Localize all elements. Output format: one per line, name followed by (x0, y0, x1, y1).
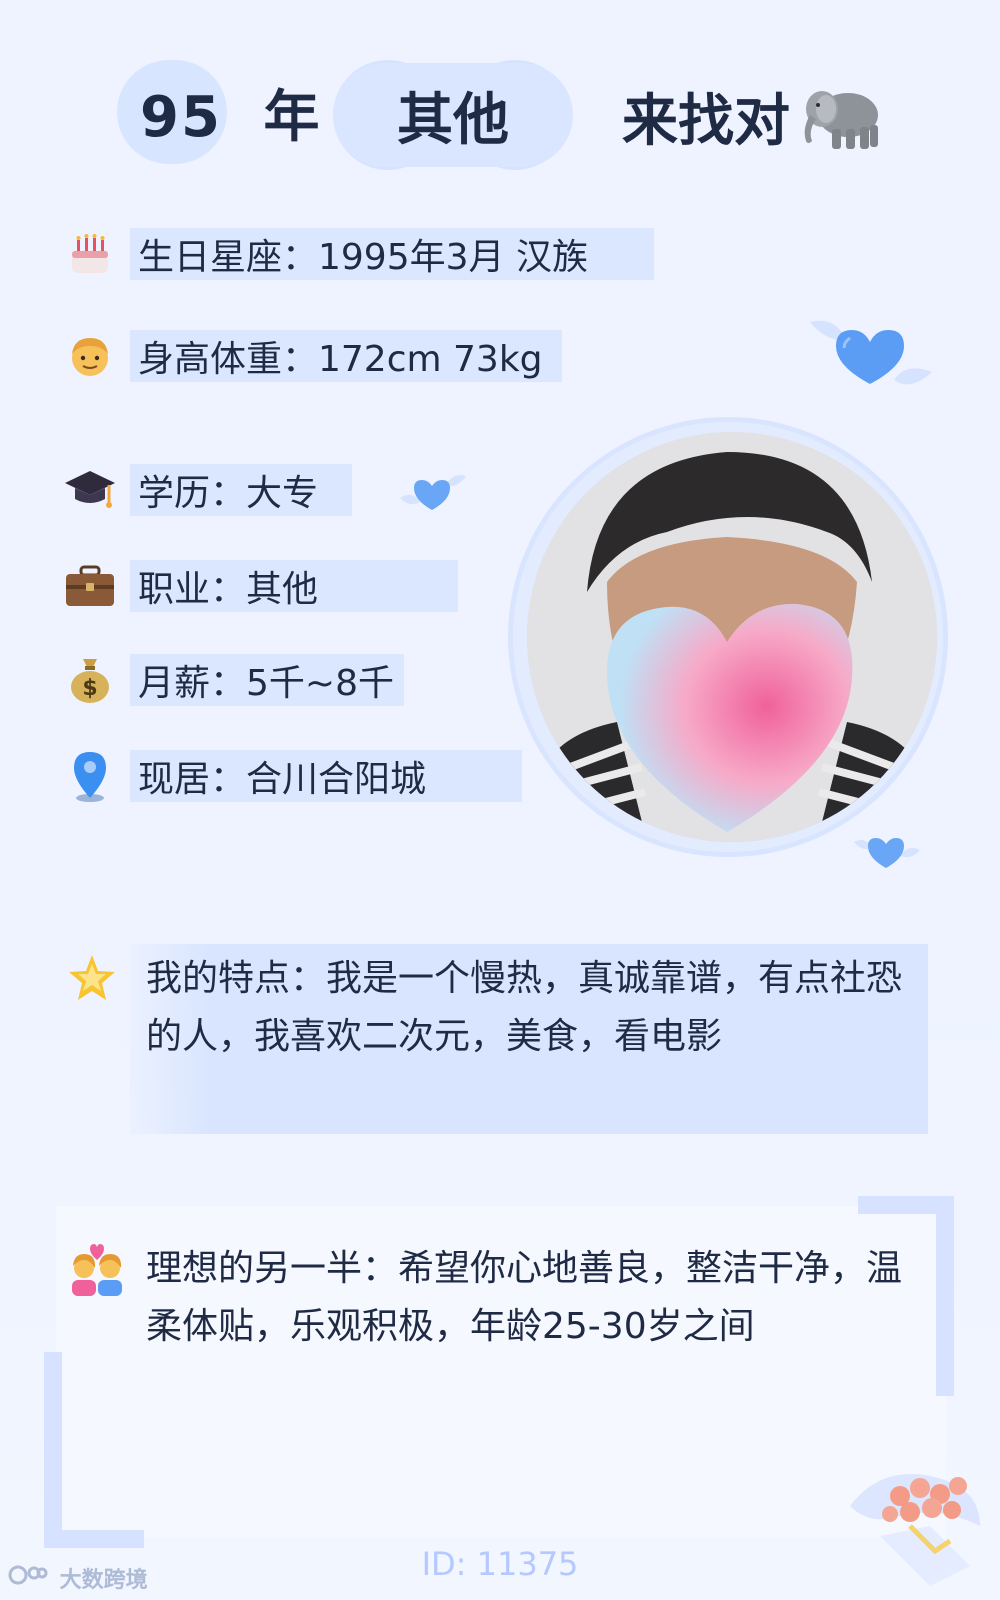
row-monthly-salary: $ 月薪：5千~8千 (60, 652, 404, 708)
row-occupation: 职业：其他 (60, 558, 458, 614)
elephant-icon (796, 79, 888, 155)
money-bag-icon: $ (60, 652, 120, 708)
features-text: 我的特点：我是一个慢热，真诚靠谱，有点社恐的人，我喜欢二次元，美食，看电影 (146, 958, 903, 1057)
profile-id: ID: 11375 (421, 1545, 579, 1583)
small-winged-heart-icon (398, 468, 468, 522)
row-education: 学历：大专 (60, 462, 352, 518)
monthly-salary-value: 月薪：5千~8千 (138, 663, 394, 704)
cake-icon (60, 226, 120, 282)
small-winged-heart-icon (852, 830, 922, 878)
couple-with-heart-icon (68, 1242, 126, 1307)
briefcase-icon (60, 558, 120, 614)
occupation-tag: 其他 (333, 63, 573, 167)
row-residence: 现居：合川合阳城 (60, 748, 522, 804)
residence-value: 现居：合川合阳城 (138, 759, 427, 800)
birthday-zodiac-value: 生日星座：1995年3月 汉族 (138, 237, 588, 278)
call-to-action-text: 来找对 (622, 89, 790, 154)
row-birthday-zodiac: 生日星座：1995年3月 汉族 (60, 226, 654, 282)
birth-year-number: 95 (140, 85, 222, 150)
profile-card: 95 年 其他 来找对 生日星座：1995年3月 汉族 身高体重：172cm 7… (0, 0, 1000, 1600)
occupation-tag-label: 其他 (397, 87, 509, 153)
watermark: 大数跨境 (8, 1562, 148, 1594)
occupation-value: 职业：其他 (138, 569, 319, 610)
winged-heart-icon (806, 312, 936, 406)
svg-text:$: $ (82, 676, 97, 701)
row-height-weight: 身高体重：172cm 73kg (60, 328, 562, 384)
watermark-logo-icon (8, 1563, 48, 1593)
corner-bracket-bottom-left (44, 1352, 144, 1548)
graduation-cap-icon (60, 462, 120, 518)
location-pin-icon (60, 748, 120, 804)
header: 95 年 其他 来找对 (0, 58, 1000, 170)
education-value: 学历：大专 (138, 473, 319, 514)
watermark-text: 大数跨境 (59, 1568, 148, 1593)
birth-year-suffix: 年 (263, 85, 322, 150)
profile-photo (527, 432, 937, 842)
call-to-action: 来找对 (622, 76, 888, 157)
birth-year: 95 年 (140, 72, 321, 153)
height-weight-value: 身高体重：172cm 73kg (138, 339, 543, 380)
ideal-partner-text: 理想的另一半：希望你心地善良，整洁干净，温柔体贴，乐观积极，年龄25-30岁之间 (146, 1248, 903, 1347)
man-face-icon (60, 328, 120, 384)
star-icon (66, 952, 118, 1015)
